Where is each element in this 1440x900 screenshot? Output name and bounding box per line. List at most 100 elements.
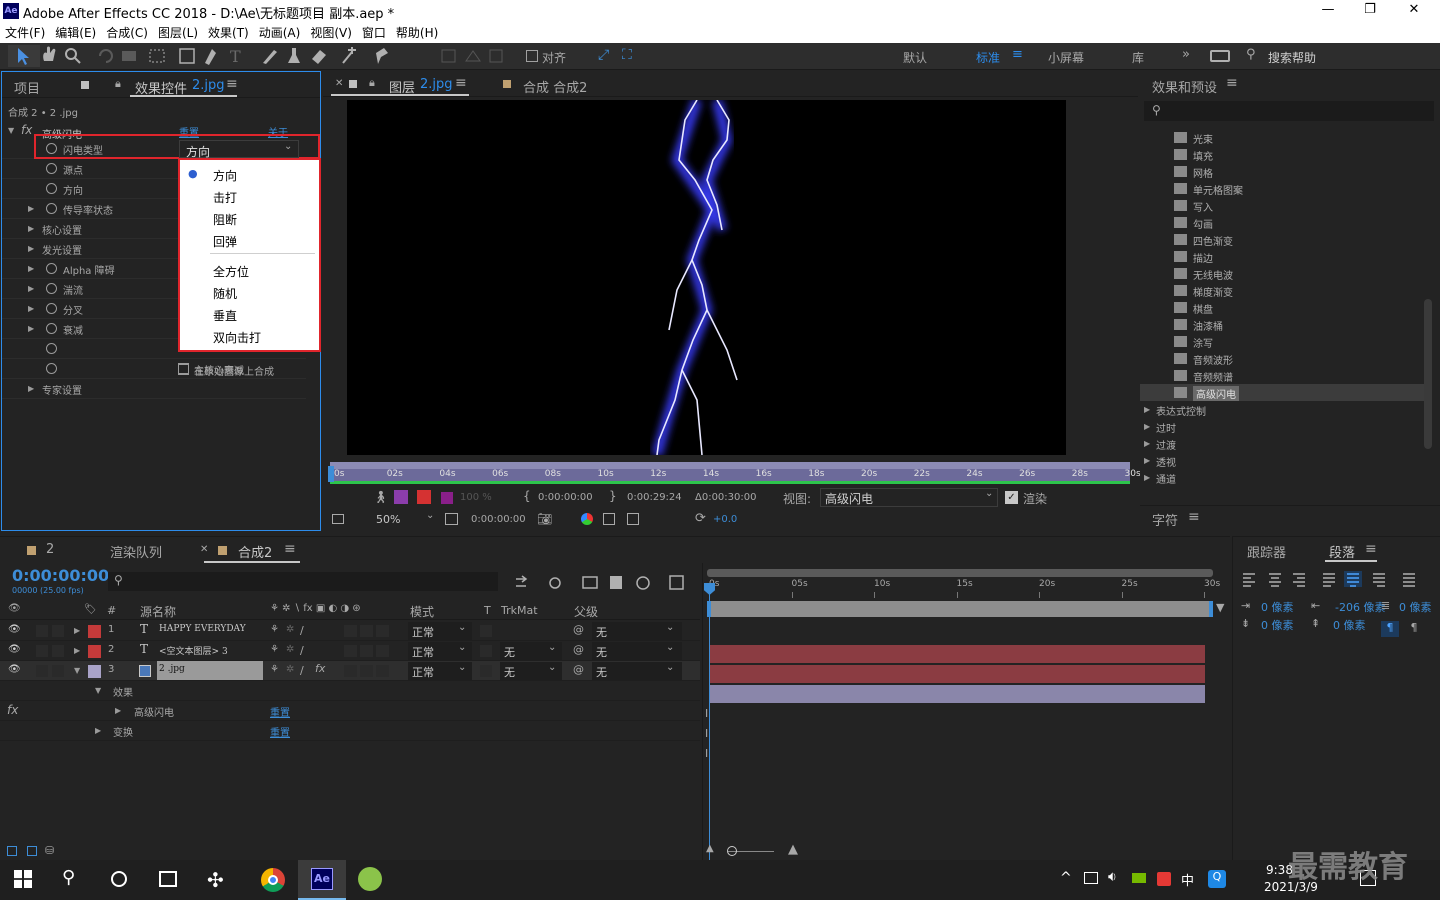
menu-file[interactable]: 文件(F): [0, 22, 50, 41]
parent-dropdown[interactable]: 无 ⌄: [592, 662, 682, 680]
solo-box[interactable]: [36, 625, 48, 637]
stopwatch-icon[interactable]: [46, 303, 57, 314]
magenta-swatch[interactable]: [441, 492, 453, 504]
snapshot-icon[interactable]: 📷︎: [537, 512, 552, 526]
transform-reset-link[interactable]: 重置: [270, 724, 290, 739]
nvidia-icon[interactable]: [1132, 873, 1146, 883]
effect-group[interactable]: ▶ 表达式控制: [1140, 401, 1424, 418]
panel-menu-icon[interactable]: ≡: [226, 76, 238, 92]
menu-option[interactable]: 随机: [180, 282, 319, 303]
switch-box[interactable]: [360, 665, 373, 677]
mode-dropdown[interactable]: 正常 ⌄: [408, 622, 472, 640]
expand-group-icon[interactable]: ▶: [28, 304, 34, 313]
expand-layer-icon[interactable]: ▶: [74, 646, 80, 655]
workspace-menu-icon[interactable]: ≡: [1012, 47, 1023, 62]
col-source-name[interactable]: 源名称: [140, 603, 176, 620]
effect-list-item[interactable]: 高级闪电: [1140, 384, 1424, 401]
red-flag-icon[interactable]: [417, 490, 431, 504]
in-point-icon[interactable]: {: [523, 489, 531, 503]
space-before-value[interactable]: 0 像素: [1261, 617, 1294, 633]
work-area-bar[interactable]: [707, 569, 1213, 577]
shy-switch-icon[interactable]: ⚘: [270, 624, 279, 635]
lightning-type-dropdown[interactable]: 方向 ⌄: [179, 140, 299, 159]
effect-list-item[interactable]: 网格: [1140, 163, 1424, 180]
purple-flag-icon[interactable]: [394, 490, 408, 504]
layer-bar-3[interactable]: [709, 685, 1205, 703]
tray-up-icon[interactable]: ^: [1060, 870, 1072, 886]
switch-box[interactable]: [360, 645, 373, 657]
expand-group-icon[interactable]: ▶: [28, 384, 34, 393]
more-workspaces-icon[interactable]: »: [1182, 47, 1190, 62]
collapse-switch-icon[interactable]: ✲: [286, 644, 294, 655]
composite-checkbox[interactable]: [178, 364, 189, 375]
sync-settings-icon[interactable]: [1210, 50, 1230, 62]
indent-first-value[interactable]: -206 像素: [1335, 599, 1385, 615]
expand-group-icon[interactable]: ▶: [1144, 473, 1150, 482]
layer-preview-canvas[interactable]: [347, 100, 1066, 455]
expand-transform-icon[interactable]: ▶: [95, 726, 101, 735]
expand-layer-icon[interactable]: ▼: [74, 666, 80, 675]
expand-group-icon[interactable]: ▶: [28, 204, 34, 213]
indent-right-value[interactable]: 0 像素: [1399, 599, 1432, 615]
eye-icon[interactable]: 👁︎: [8, 644, 21, 655]
quality-switch-icon[interactable]: ∕: [300, 644, 304, 657]
stopwatch-icon[interactable]: [46, 183, 57, 194]
toggle-modes-icon[interactable]: [27, 846, 37, 856]
expand-group-icon[interactable]: ▶: [1144, 405, 1150, 414]
eye-icon[interactable]: 👁︎: [8, 664, 21, 675]
mode-dropdown[interactable]: 正常 ⌄: [408, 662, 472, 680]
pick-whip-icon[interactable]: @: [573, 643, 584, 656]
effect-list-item[interactable]: 描边: [1140, 248, 1424, 265]
expand-group-icon[interactable]: ▶: [28, 244, 34, 253]
layer-row[interactable]: 👁︎ ▶ 1 T HAPPY EVERYDAY ⚘ ✲ ∕ 正常 ⌄ @ 无 ⌄: [0, 621, 700, 641]
out-point-icon[interactable]: }: [609, 489, 617, 503]
menu-layer[interactable]: 图层(L): [153, 22, 203, 41]
eye-icon[interactable]: 👁︎: [8, 624, 21, 635]
pick-whip-icon[interactable]: @: [573, 623, 584, 636]
exposure-value[interactable]: +0.0: [713, 514, 737, 525]
refresh-icon[interactable]: ⟳: [695, 511, 706, 526]
workspace-standard[interactable]: 标准: [976, 49, 1000, 66]
menu-help[interactable]: 帮助(H): [391, 22, 443, 41]
panel-menu-icon[interactable]: ≡: [455, 75, 467, 91]
region-icon[interactable]: [603, 513, 615, 525]
effect-group[interactable]: ▶ 通道: [1140, 469, 1424, 486]
tab-comp-2[interactable]: 2: [46, 542, 54, 557]
expand-group-icon[interactable]: ▶: [28, 224, 34, 233]
menu-option[interactable]: 阻断: [180, 208, 319, 229]
preserve-transparency-box[interactable]: [480, 625, 492, 637]
current-time[interactable]: 0:00:00:00: [471, 514, 526, 525]
solo-box[interactable]: [36, 645, 48, 657]
preserve-transparency-box[interactable]: [480, 645, 492, 657]
task-view-icon[interactable]: [159, 871, 177, 887]
workspace-small-screen[interactable]: 小屏幕: [1048, 49, 1084, 66]
layer-bar-1[interactable]: [709, 645, 1205, 663]
expand-group-icon[interactable]: ▶: [28, 324, 34, 333]
lock-box[interactable]: [52, 625, 64, 637]
effect-group[interactable]: ▶ 透视: [1140, 452, 1424, 469]
network-icon[interactable]: [1084, 872, 1098, 884]
qq-icon[interactable]: Q: [1208, 870, 1226, 888]
panel-menu-icon[interactable]: ≡: [1226, 75, 1238, 91]
tab-layer-file[interactable]: 2.jpg: [420, 77, 453, 92]
quality-switch-icon[interactable]: ∕: [300, 664, 304, 677]
stopwatch-icon[interactable]: [46, 163, 57, 174]
layer-name[interactable]: 2 .jpg: [157, 661, 263, 680]
parent-dropdown[interactable]: 无 ⌄: [592, 622, 682, 640]
viewer-playhead-icon[interactable]: [328, 466, 334, 482]
security-icon[interactable]: [1157, 872, 1171, 886]
effect-list-item[interactable]: 油漆桶: [1140, 316, 1424, 333]
tab-render-queue[interactable]: 渲染队列: [110, 542, 162, 561]
close-button[interactable]: ✕: [1404, 2, 1424, 17]
expand-group-icon[interactable]: ▶: [28, 284, 34, 293]
stopwatch-icon[interactable]: [46, 323, 57, 334]
close-tab-icon[interactable]: ✕: [200, 544, 208, 555]
effects-search-field[interactable]: ⚲: [1144, 101, 1434, 121]
toggle-stretch-icon[interactable]: ⛁: [45, 844, 54, 857]
switch-box[interactable]: [376, 645, 389, 657]
lightning-reset-link[interactable]: 重置: [270, 704, 290, 719]
volume-icon[interactable]: 🔉︎: [1108, 869, 1117, 885]
shy-switch-icon[interactable]: ⚘: [270, 644, 279, 655]
timeline-graph-area[interactable]: 0s05s10s15s20s25s30s I I I ▼: [702, 563, 1230, 861]
align-checkbox[interactable]: [526, 50, 538, 62]
